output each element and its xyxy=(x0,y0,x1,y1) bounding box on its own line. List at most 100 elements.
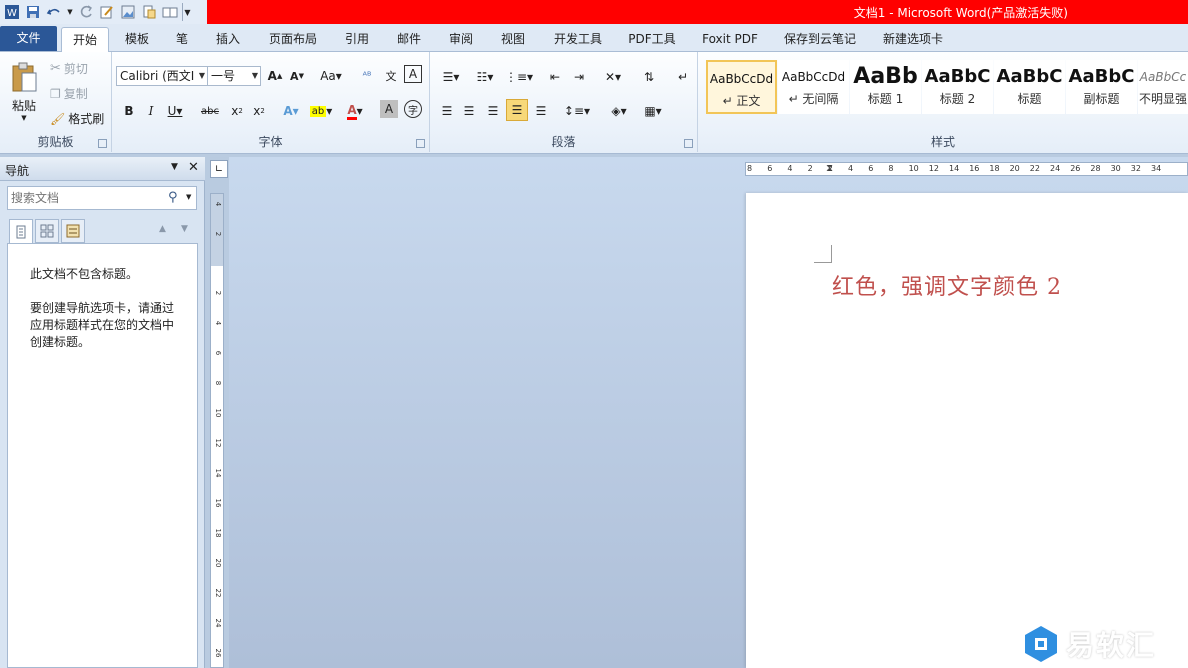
numbering-icon[interactable]: ☷▾ xyxy=(470,66,500,88)
style-heading-2[interactable]: AaBbC 标题 2 xyxy=(922,60,993,114)
cut-label: 剪切 xyxy=(63,62,88,76)
nav-tab-pages-icon[interactable] xyxy=(35,219,59,243)
change-case-icon[interactable]: Aa▾ xyxy=(316,65,346,87)
show-marks-icon[interactable]: ↵ xyxy=(672,66,694,88)
font-name-value: Calibri (西文I xyxy=(120,69,195,83)
character-border-icon[interactable]: A xyxy=(404,65,422,83)
copy-button[interactable]: ❐ 复制 xyxy=(50,85,88,102)
undo-icon[interactable] xyxy=(45,3,63,21)
tab-developer[interactable]: 开发工具 xyxy=(545,27,611,52)
tab-selector-icon[interactable]: ∟ xyxy=(210,160,228,178)
grow-font-icon[interactable]: A ▲ xyxy=(264,65,286,87)
nav-close-icon[interactable]: ✕ xyxy=(188,160,199,175)
font-size-dropdown-icon: ▼ xyxy=(251,71,258,80)
nav-tab-results-icon[interactable] xyxy=(61,219,85,243)
sort-icon[interactable]: ⇅ xyxy=(638,66,660,88)
ruler-tick-label: 18 xyxy=(989,164,1000,173)
tab-layout[interactable]: 页面布局 xyxy=(260,27,326,52)
justify-icon[interactable]: ☰ xyxy=(506,99,528,121)
tab-view[interactable]: 视图 xyxy=(491,27,535,52)
text-effects-icon[interactable]: A▾ xyxy=(280,100,302,122)
ruler-tick-label: 22 xyxy=(214,588,222,598)
enclose-character-icon[interactable]: 字 xyxy=(404,100,422,118)
tab-pen[interactable]: 笔 xyxy=(168,27,196,52)
document-text[interactable]: 红色，强调文字颜色 2 xyxy=(832,269,1062,301)
font-size-combo[interactable]: 一号 ▼ xyxy=(207,66,261,86)
save-icon[interactable] xyxy=(24,3,42,21)
customize-toolbar-icon[interactable]: ▼ xyxy=(182,3,192,21)
style-title[interactable]: AaBbC 标题 xyxy=(994,60,1065,114)
style-subtitle[interactable]: AaBbC 副标题 xyxy=(1066,60,1137,114)
align-center-icon[interactable]: ☰ xyxy=(458,100,480,122)
shrink-font-icon[interactable]: A ▼ xyxy=(286,65,308,87)
font-launcher-icon[interactable] xyxy=(416,139,425,148)
tab-pdf-tools[interactable]: PDF工具 xyxy=(621,27,683,52)
bold-icon[interactable]: B xyxy=(118,100,140,122)
tab-mailings[interactable]: 邮件 xyxy=(387,27,431,52)
font-name-combo[interactable]: Calibri (西文I ▼ xyxy=(116,66,208,86)
search-dropdown-icon[interactable]: ▼ xyxy=(186,193,191,201)
title-bar: W ▼ ▼ 文档1 - Microsoft Word(产品激活失败) xyxy=(0,0,1188,24)
highlight-icon[interactable]: ab ▾ xyxy=(309,100,332,122)
format-painter-button[interactable]: 🖌 格式刷 xyxy=(50,110,104,127)
character-shading-icon[interactable]: A xyxy=(380,100,398,118)
increase-indent-icon[interactable]: ⇥ xyxy=(568,66,590,88)
document-page[interactable]: 红色，强调文字颜色 2 xyxy=(746,193,1188,668)
picture-icon[interactable] xyxy=(119,3,137,21)
style-no-spacing[interactable]: AaBbCcDd ↵ 无间隔 xyxy=(778,60,849,114)
tab-foxit-pdf[interactable]: Foxit PDF xyxy=(693,27,767,52)
borders-icon[interactable]: ▦▾ xyxy=(638,100,668,122)
redo-icon[interactable] xyxy=(77,3,95,21)
distributed-icon[interactable]: ☰ xyxy=(530,100,552,122)
line-spacing-icon[interactable]: ↕≡▾ xyxy=(562,100,592,122)
undo-dropdown-icon[interactable]: ▼ xyxy=(66,3,74,21)
paste-button[interactable]: 粘贴 ▼ xyxy=(4,56,44,126)
shading-icon[interactable]: ◈▾ xyxy=(604,100,634,122)
horizontal-ruler[interactable]: ⧗ 8 6 4 2 2 4 6 8 10 12 14 16 18 20 22 24 26 28 30 32 34 xyxy=(745,162,1188,176)
tab-home[interactable]: 开始 xyxy=(61,27,109,52)
nav-prev-icon[interactable]: ▲ xyxy=(159,224,166,234)
paragraph-label: 段落 xyxy=(551,135,576,149)
style-normal[interactable]: AaBbCcDd ↵ 正文 xyxy=(706,60,777,114)
word-logo-icon: W xyxy=(3,3,21,21)
superscript-icon[interactable]: x2 xyxy=(248,100,270,122)
ruler-tick-label: 14 xyxy=(214,468,222,478)
strikethrough-icon[interactable]: abc xyxy=(196,100,224,122)
bullets-icon[interactable]: ☰▾ xyxy=(436,66,466,88)
tab-new-tab[interactable]: 新建选项卡 xyxy=(874,27,952,52)
font-group: Calibri (西文I ▼ 一号 ▼ A ▲ A ▼ Aa▾ ᴬᴮ 文 A B I… xyxy=(112,52,430,152)
nav-search-input[interactable] xyxy=(8,187,158,209)
clipboard-launcher-icon[interactable] xyxy=(98,139,107,148)
subscript-icon[interactable]: x2 xyxy=(226,100,248,122)
italic-icon[interactable]: I xyxy=(140,100,162,122)
font-color-icon[interactable]: A ▾ xyxy=(344,100,366,122)
tab-save-cloud[interactable]: 保存到云笔记 xyxy=(776,27,864,52)
phonetic-guide-icon[interactable]: 文 xyxy=(380,65,402,87)
document-icon[interactable] xyxy=(140,3,158,21)
align-right-icon[interactable]: ☰ xyxy=(482,100,504,122)
ruler-tick-label: 26 xyxy=(214,648,222,658)
tab-references[interactable]: 引用 xyxy=(335,27,379,52)
style-heading-1[interactable]: AaBb 标题 1 xyxy=(850,60,921,114)
cut-button[interactable]: ✂ 剪切 xyxy=(50,60,88,77)
tab-review[interactable]: 审阅 xyxy=(439,27,483,52)
underline-icon[interactable]: U▾ xyxy=(164,100,186,122)
nav-next-icon[interactable]: ▼ xyxy=(181,224,188,234)
clear-format-icon[interactable]: ᴬᴮ xyxy=(356,65,378,87)
vertical-ruler[interactable]: 4 2 2 4 6 8 10 12 14 16 18 20 22 24 26 xyxy=(210,193,224,668)
style-subtle-emphasis[interactable]: AaBbCc 不明显强 xyxy=(1138,60,1188,114)
edit-icon[interactable] xyxy=(98,3,116,21)
tab-file[interactable]: 文件 xyxy=(0,26,57,51)
chinese-layout-icon[interactable]: ✕▾ xyxy=(598,66,628,88)
paragraph-launcher-icon[interactable] xyxy=(684,139,693,148)
tab-template[interactable]: 模板 xyxy=(116,27,158,52)
ruler-tick-label: 16 xyxy=(969,164,980,173)
multilevel-list-icon[interactable]: ⋮≡▾ xyxy=(504,66,534,88)
search-icon[interactable]: ⚲ xyxy=(168,190,178,205)
nav-tab-headings-icon[interactable] xyxy=(9,219,33,244)
nav-menu-dropdown-icon[interactable]: ▼ xyxy=(171,162,178,172)
align-left-icon[interactable]: ☰ xyxy=(436,100,458,122)
decrease-indent-icon[interactable]: ⇤ xyxy=(544,66,566,88)
book-icon[interactable] xyxy=(161,3,179,21)
tab-insert[interactable]: 插入 xyxy=(206,27,250,52)
